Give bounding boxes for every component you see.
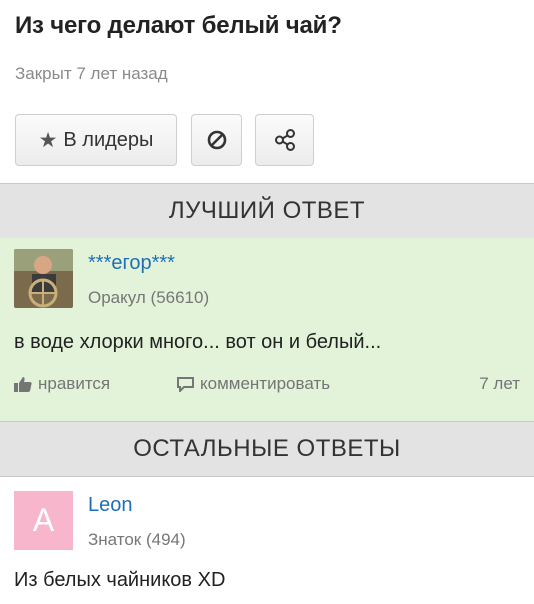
like-button[interactable]: нравится — [14, 374, 110, 394]
like-label: нравится — [38, 374, 111, 393]
answer-rank: Знаток (494) — [88, 530, 186, 549]
answer-author[interactable]: Leon — [88, 494, 133, 517]
comment-icon — [177, 376, 194, 392]
answer-time: 7 лет — [479, 374, 520, 393]
avatar[interactable] — [14, 249, 73, 308]
comment-button[interactable]: комментировать — [177, 374, 330, 394]
question-title: Из чего делают белый чай? — [15, 12, 342, 39]
answer-text: Из белых чайников XD — [14, 569, 226, 591]
comment-label: комментировать — [200, 374, 331, 393]
star-icon: ★ — [38, 128, 58, 152]
share-icon — [274, 129, 295, 151]
other-answers-header: ОСТАЛЬНЫЕ ОТВЕТЫ — [0, 421, 534, 477]
to-leaders-button[interactable]: ★ В лидеры — [15, 114, 177, 166]
best-answer-rank: Оракул (56610) — [88, 288, 210, 307]
best-answer-text: в воде хлорки много... вот он и белый... — [14, 331, 382, 353]
avatar[interactable]: A — [14, 491, 73, 550]
best-answer-header: ЛУЧШИЙ ОТВЕТ — [0, 183, 534, 239]
question-status: Закрыт 7 лет назад — [15, 64, 168, 83]
thumbs-up-icon — [14, 377, 32, 392]
block-icon — [207, 130, 226, 150]
best-answer-author[interactable]: ***егор*** — [88, 252, 175, 275]
share-button[interactable] — [255, 114, 314, 166]
to-leaders-label: В лидеры — [63, 128, 154, 151]
block-button[interactable] — [191, 114, 242, 166]
